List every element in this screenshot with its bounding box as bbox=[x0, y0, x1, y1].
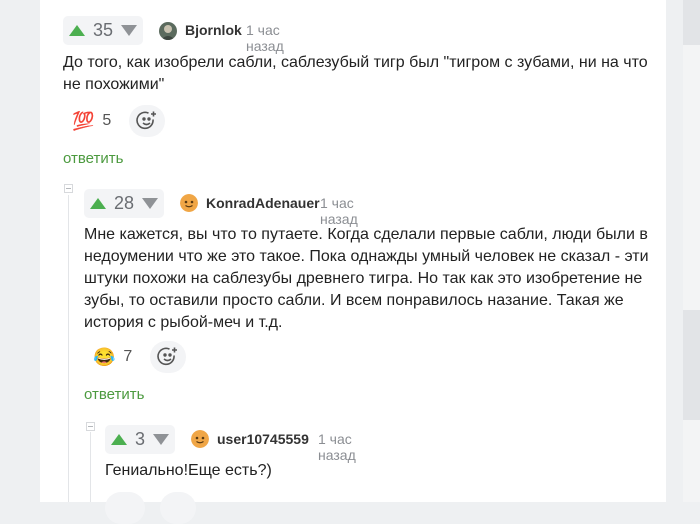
hundred-points-icon: 💯 bbox=[72, 111, 95, 131]
vote-control: 28 bbox=[84, 189, 165, 218]
collapse-toggle[interactable] bbox=[64, 184, 73, 193]
add-reaction-button[interactable] bbox=[129, 105, 165, 137]
comment-text: Гениально!Еще есть?) bbox=[105, 462, 272, 479]
author-name[interactable]: user10745559 bbox=[217, 431, 309, 447]
comment-time[interactable]: 1 час назад bbox=[320, 195, 358, 227]
add-reaction-button[interactable] bbox=[150, 341, 186, 373]
vote-control: 35 bbox=[63, 16, 144, 45]
reaction-badge[interactable]: 😂 7 bbox=[93, 341, 132, 373]
reaction-count: 5 bbox=[102, 112, 112, 129]
avatar[interactable] bbox=[159, 22, 177, 40]
comment-time[interactable]: 1 час назад bbox=[318, 431, 356, 463]
downvote-icon[interactable] bbox=[153, 434, 170, 445]
laughing-emoji-icon: 😂 bbox=[93, 347, 116, 367]
upvote-icon[interactable] bbox=[111, 434, 127, 445]
upvote-icon[interactable] bbox=[69, 25, 85, 36]
avatar[interactable] bbox=[191, 430, 209, 448]
downvote-icon[interactable] bbox=[142, 198, 159, 209]
comment-score: 3 bbox=[135, 429, 146, 449]
author-name[interactable]: KonradAdenauer bbox=[206, 195, 320, 211]
avatar[interactable] bbox=[180, 194, 198, 212]
comment-text: Мне кажется, вы что то путаете. Когда сд… bbox=[84, 226, 649, 331]
author-name[interactable]: Bjornlok bbox=[185, 22, 242, 38]
reaction-count: 7 bbox=[123, 348, 133, 365]
comment-score: 35 bbox=[93, 20, 114, 40]
scroll-segment-middle[interactable] bbox=[683, 310, 700, 420]
reaction-badge[interactable] bbox=[105, 492, 145, 524]
thread-line-level1 bbox=[68, 195, 69, 502]
right-scroll-track[interactable] bbox=[683, 0, 700, 502]
scroll-segment-top[interactable] bbox=[683, 0, 700, 45]
comment-time[interactable]: 1 час назад bbox=[246, 22, 284, 54]
add-reaction-button[interactable] bbox=[160, 492, 196, 524]
reply-link[interactable]: ответить bbox=[84, 386, 144, 403]
comment-text: До того, как изобрели сабли, саблезубый … bbox=[63, 54, 648, 93]
comment-score: 28 bbox=[114, 193, 135, 213]
downvote-icon[interactable] bbox=[121, 25, 138, 36]
thread-line-level2 bbox=[90, 432, 91, 502]
collapse-toggle[interactable] bbox=[86, 422, 95, 431]
vote-control: 3 bbox=[105, 425, 176, 454]
upvote-icon[interactable] bbox=[90, 198, 106, 209]
reaction-badge[interactable]: 💯 5 bbox=[72, 105, 111, 137]
add-emoji-icon bbox=[136, 111, 156, 130]
reply-link[interactable]: ответить bbox=[63, 150, 123, 167]
add-emoji-icon bbox=[157, 347, 177, 366]
